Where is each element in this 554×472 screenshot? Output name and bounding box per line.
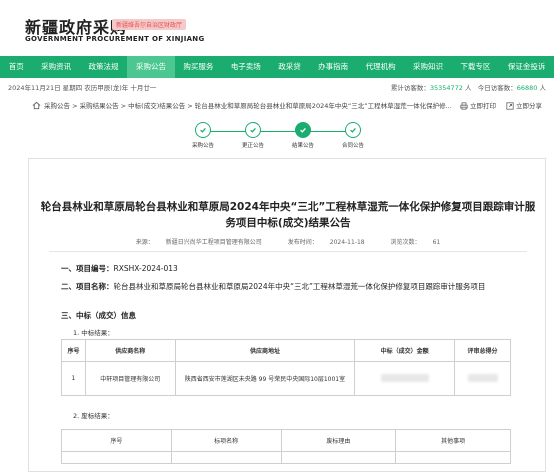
share-icon (506, 102, 514, 110)
table-cell (280, 451, 397, 464)
table-cell (170, 451, 282, 464)
check-icon (345, 122, 361, 138)
visitor-counts: 累计访客数：35354772 人 今日访客数：66880 人 (391, 80, 546, 96)
announcement-document: 轮台县林业和草原局轮台县林业和草原局2024年中央“三北”工程林草湿荒一体化保护… (28, 158, 546, 472)
info-bar: 2024年11月21日 星期四 农历甲辰(龙)年 十月廿一 累计访客数：3535… (0, 80, 554, 96)
steps-connector (203, 131, 347, 132)
nav-item[interactable]: 购买服务 (175, 56, 222, 78)
doc-meta: 来源： 新疆日兴尚华工程项目管理有限公司 发布时间： 2024-11-18 浏览次数… (29, 237, 547, 246)
step-label: 结果公告 (291, 143, 314, 149)
award-result-table: 序号 供应商名称 供应商地址 中标（成交）金额 评审总得分 1 中轩项目管理有限… (61, 339, 511, 396)
nav-item[interactable]: 政策法规 (80, 56, 127, 78)
failed-bid-table: 序号 标项名称 废标理由 其他事项 (61, 429, 511, 464)
total-visitors-unit: 人 (465, 84, 472, 92)
table-header: 评审总得分 (454, 339, 511, 362)
nav-item[interactable]: 电子卖场 (222, 56, 269, 78)
step-label: 合同公告 (341, 143, 364, 149)
nav-item[interactable]: 政采贷 (270, 56, 310, 78)
doc-date: 2024-11-18 (329, 239, 365, 246)
redacted-amount (380, 373, 429, 382)
check-icon (245, 122, 261, 138)
project-number: 一、项目编号：RXSHX-2024-013 (61, 263, 178, 275)
table-header-row: 序号 标项名称 废标理由 其他事项 (61, 429, 511, 452)
check-icon (295, 122, 311, 138)
project-name-value: 轮台县林业和草原局轮台县林业和草原局2024年中央“三北”工程林草湿荒一体化保护… (113, 282, 486, 291)
project-name: 二、项目名称：轮台县林业和草原局轮台县林业和草原局2024年中央“三北”工程林草… (61, 281, 521, 293)
date-label: 发布时间： (287, 239, 318, 246)
print-icon (460, 102, 468, 110)
today-visitors-value: 66880 (516, 84, 538, 92)
table-header: 废标理由 (280, 429, 397, 452)
step-item[interactable]: 合同公告 (333, 122, 373, 149)
table-cell (354, 361, 456, 396)
breadcrumb: 采购公告 > 采购结果公告 > 中标(成交)结果公告 > 轮台县林业和草原局轮台… (28, 97, 546, 115)
doc-views: 61 (432, 239, 441, 246)
check-icon (195, 122, 211, 138)
site-tag-badge: 新疆维吾尔自治区财政厅 (112, 19, 187, 30)
table-cell: 中轩项目管理有限公司 (84, 361, 176, 396)
announcement-steps: 采购公告 更正公告 结果公告 合同公告 (170, 122, 380, 152)
breadcrumb-trail[interactable]: 采购公告 > 采购结果公告 > 中标(成交)结果公告 > 轮台县林业和草原局轮台… (44, 97, 452, 115)
share-button[interactable]: 立即分享 (506, 97, 542, 115)
print-label: 立即打印 (470, 102, 496, 110)
nav-item[interactable]: 采购公告 (127, 56, 175, 78)
page-title: 轮台县林业和草原局轮台县林业和草原局2024年中央“三北”工程林草湿荒一体化保护… (40, 201, 536, 229)
step-label: 采购公告 (191, 143, 214, 149)
views-label: 浏览次数： (390, 239, 421, 246)
table-header: 中标（成交）金额 (354, 339, 456, 362)
nav-item[interactable]: 代理机构 (357, 56, 404, 78)
total-visitors-value: 35354772 (429, 84, 463, 92)
step-item[interactable]: 结果公告 (283, 122, 323, 149)
table-cell: 1 (61, 361, 86, 396)
nav-item[interactable]: 办事指南 (309, 56, 356, 78)
table-row: 1 中轩项目管理有限公司 陕西省西安市莲湖区未央路 99 号荣民中央国际10层1… (61, 361, 511, 396)
award-result-subheading: 1. 中标结果： (73, 329, 114, 337)
table-row (61, 451, 511, 464)
current-date: 2024年11月21日 星期四 农历甲辰(龙)年 十月廿一 (8, 84, 157, 92)
today-visitors-label: 今日访客数： (477, 84, 517, 92)
table-cell (61, 451, 172, 464)
site-logo-subtitle: GOVERNMENT PROCUREMENT OF XINJIANG (25, 35, 205, 43)
table-cell: 陕西省西安市莲湖区未央路 99 号荣民中央国际10层1001室 (174, 361, 356, 396)
main-nav: 首页 采购资讯 政策法规 采购公告 购买服务 电子卖场 政采贷 办事指南 代理机构 采购知识 下载专… (0, 56, 554, 78)
print-button[interactable]: 立即打印 (460, 97, 496, 115)
table-header: 序号 (61, 429, 172, 452)
source-label: 来源： (135, 239, 154, 246)
project-name-label: 二、项目名称： (61, 282, 114, 291)
nav-item[interactable]: 保证金投诉 (499, 56, 554, 78)
table-cell (454, 361, 511, 396)
table-cell (395, 451, 511, 464)
award-info-heading: 三、中标（成交）信息 (61, 311, 136, 320)
project-number-value: RXSHX-2024-013 (113, 264, 178, 273)
total-visitors-label: 累计访客数： (390, 84, 430, 92)
nav-item[interactable]: 首页 (0, 56, 32, 78)
table-header: 标项名称 (170, 429, 282, 452)
project-number-label: 一、项目编号： (61, 264, 114, 273)
home-icon[interactable] (32, 97, 41, 117)
step-item[interactable]: 采购公告 (183, 122, 223, 149)
step-item[interactable]: 更正公告 (233, 122, 273, 149)
share-label: 立即分享 (516, 102, 542, 110)
today-visitors-unit: 人 (539, 84, 547, 92)
failed-bid-subheading: 2. 废标结果： (73, 412, 114, 420)
redacted-score (467, 373, 498, 382)
nav-item[interactable]: 采购资讯 (32, 56, 79, 78)
doc-divider (49, 251, 527, 252)
table-header: 其他事项 (395, 429, 511, 452)
doc-source: 新疆日兴尚华工程项目管理有限公司 (165, 239, 262, 246)
table-header: 序号 (61, 339, 86, 362)
site-header: 新疆政府采购 GOVERNMENT PROCUREMENT OF XINJIAN… (0, 0, 554, 56)
table-header: 供应商名称 (84, 339, 176, 362)
table-header-row: 序号 供应商名称 供应商地址 中标（成交）金额 评审总得分 (61, 339, 511, 362)
nav-item[interactable]: 采购知识 (404, 56, 451, 78)
step-label: 更正公告 (241, 143, 264, 149)
nav-item[interactable]: 下载专区 (452, 56, 499, 78)
table-header: 供应商地址 (174, 339, 356, 362)
